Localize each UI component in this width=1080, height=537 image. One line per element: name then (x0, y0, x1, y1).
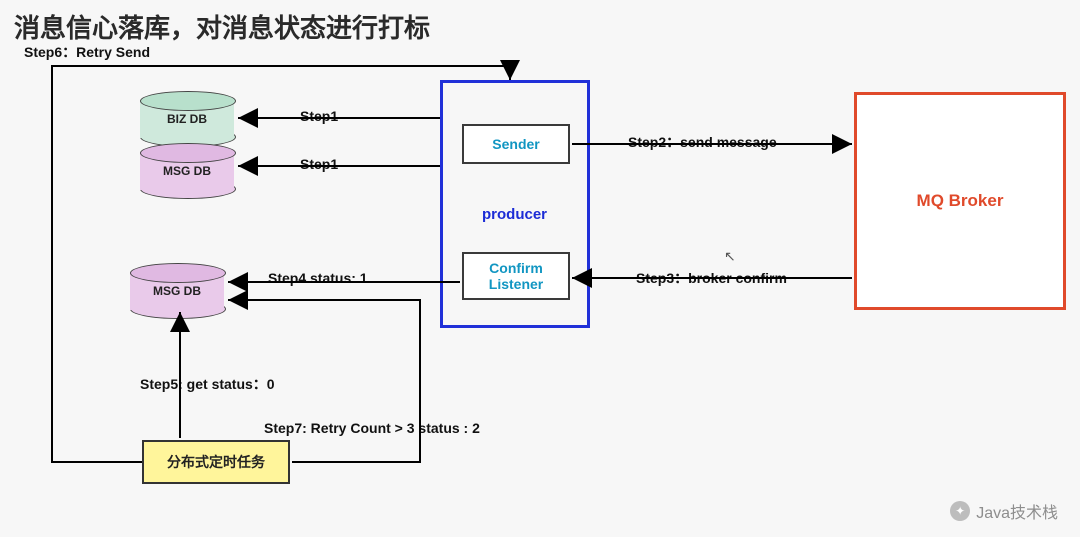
step4-label: Step4 status: 1 (268, 270, 368, 286)
sender-label: Sender (492, 136, 539, 152)
diagram-title: 消息信心落库，对消息状态进行打标 (14, 8, 430, 45)
distributed-task-box: 分布式定时任务 (142, 440, 290, 484)
producer-label: producer (482, 206, 547, 223)
cursor-icon: ↖ (724, 248, 736, 265)
step3-label: Step3：broker confirm (636, 268, 787, 288)
msg-db-2: MSG DB (130, 272, 224, 310)
watermark: ✦ Java技术栈 (950, 499, 1058, 523)
distributed-task-label: 分布式定时任务 (167, 452, 265, 472)
msg-db-1-label: MSG DB (163, 164, 211, 178)
msg-db-2-label: MSG DB (153, 284, 201, 298)
wechat-icon: ✦ (950, 501, 970, 521)
confirm-listener-label: Confirm Listener (489, 260, 543, 292)
confirm-listener-box: Confirm Listener (462, 252, 570, 300)
diagram-canvas: 消息信心落库，对消息状态进行打标 Step6：Retry Send BIZ DB… (0, 0, 1080, 537)
step1b-label: Step1 (300, 156, 338, 172)
mq-broker-label: MQ Broker (917, 191, 1004, 211)
step6-label: Step6：Retry Send (24, 42, 150, 62)
step1a-label: Step1 (300, 108, 338, 124)
biz-db: BIZ DB (140, 100, 234, 138)
biz-db-label: BIZ DB (167, 112, 207, 126)
sender-box: Sender (462, 124, 570, 164)
step2-label: Step2：send message (628, 132, 777, 152)
watermark-text: Java技术栈 (976, 499, 1058, 523)
step5-label: Step5: get status：0 (140, 374, 275, 394)
mq-broker-box: MQ Broker (854, 92, 1066, 310)
msg-db-1: MSG DB (140, 152, 234, 190)
step7-label: Step7: Retry Count > 3 status : 2 (264, 420, 480, 436)
